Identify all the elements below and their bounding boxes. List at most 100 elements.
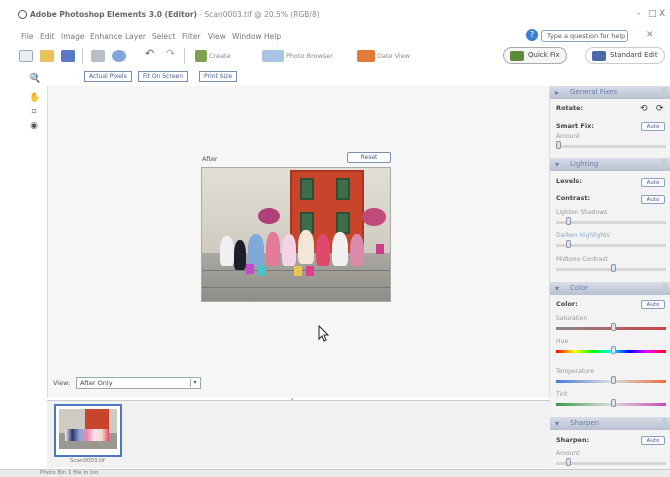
contrast-auto-button[interactable]: Auto bbox=[641, 195, 665, 204]
actual-pixels-button[interactable]: Actual Pixels bbox=[84, 71, 132, 82]
color-title: Color bbox=[570, 284, 589, 292]
bin-thumbnail[interactable] bbox=[54, 404, 122, 457]
rotate-label: Rotate: bbox=[556, 104, 584, 112]
menu-image[interactable]: Image bbox=[61, 32, 85, 41]
photo-browser-button[interactable]: Photo Browser bbox=[286, 52, 333, 60]
window-title: Adobe Photoshop Elements 3.0 (Editor) - … bbox=[30, 10, 320, 19]
maximize-button[interactable]: □ bbox=[648, 9, 657, 19]
collapse-arrow-icon: ▸ bbox=[555, 88, 560, 97]
undo-icon[interactable]: ↶ bbox=[145, 47, 159, 60]
sharpen-amount-slider[interactable] bbox=[556, 458, 666, 466]
menu-help[interactable]: Help bbox=[264, 32, 281, 41]
new-icon[interactable] bbox=[19, 50, 33, 62]
smart-fix-amount-slider[interactable] bbox=[556, 141, 666, 149]
saturation-slider[interactable] bbox=[556, 323, 666, 331]
levels-auto-button[interactable]: Auto bbox=[641, 178, 665, 187]
close-icon[interactable]: ✕ bbox=[646, 30, 654, 40]
close-button[interactable]: X bbox=[659, 9, 665, 19]
view-select[interactable]: After Only ▾ bbox=[76, 377, 201, 389]
color-auto-button[interactable]: Auto bbox=[641, 300, 665, 309]
status-text: Photo Bin 1 file in bin bbox=[40, 470, 99, 476]
print-icon[interactable] bbox=[91, 50, 105, 62]
quick-fix-tab[interactable]: Quick Fix bbox=[503, 47, 567, 64]
general-fixes-title: General Fixes bbox=[570, 88, 618, 96]
photo-browser-icon[interactable] bbox=[262, 50, 284, 62]
photo-image[interactable] bbox=[201, 167, 391, 302]
reset-button[interactable]: Reset bbox=[347, 152, 391, 163]
menu-view[interactable]: View bbox=[208, 32, 226, 41]
menu-layer[interactable]: Layer bbox=[125, 32, 146, 41]
quick-fix-icon bbox=[510, 51, 524, 61]
print-size-button[interactable]: Print Size bbox=[199, 71, 238, 82]
slider-knob[interactable] bbox=[566, 458, 571, 466]
smart-fix-label: Smart Fix: bbox=[556, 122, 594, 130]
rotate-left-icon[interactable]: ⟲ bbox=[640, 104, 650, 114]
sharpen-title: Sharpen bbox=[570, 419, 600, 427]
red-eye-icon[interactable]: ◉ bbox=[29, 121, 39, 131]
menu-edit[interactable]: Edit bbox=[40, 32, 55, 41]
smart-fix-amount-label: Amount bbox=[556, 133, 580, 140]
saturation-label: Saturation bbox=[556, 315, 588, 322]
color-header[interactable]: ▾ Color bbox=[550, 282, 670, 295]
minimize-button[interactable]: - bbox=[637, 9, 640, 19]
general-fixes-header[interactable]: ▸ General Fixes bbox=[550, 86, 670, 99]
hand-icon[interactable]: ✋ bbox=[29, 93, 40, 103]
lighten-shadows-slider[interactable] bbox=[556, 217, 666, 225]
menu-window[interactable]: Window bbox=[232, 32, 262, 41]
smart-fix-auto-button[interactable]: Auto bbox=[641, 122, 665, 131]
create-button[interactable]: Create bbox=[209, 52, 231, 60]
darken-highlights-label: Darken Highlights bbox=[556, 232, 610, 239]
slider-knob[interactable] bbox=[611, 346, 616, 354]
slider-knob[interactable] bbox=[611, 376, 616, 384]
hue-label: Hue bbox=[556, 338, 569, 345]
help-search-input[interactable]: Type a question for help bbox=[541, 30, 628, 42]
zoom-icon[interactable]: 🔍 bbox=[29, 74, 40, 84]
lighting-header[interactable]: ▾ Lighting bbox=[550, 158, 670, 171]
menu-select[interactable]: Select bbox=[152, 32, 175, 41]
menu-file[interactable]: File bbox=[21, 32, 34, 41]
mouse-cursor-icon bbox=[318, 325, 330, 342]
temperature-label: Temperature bbox=[556, 368, 595, 375]
sharpen-header[interactable]: ▾ Sharpen bbox=[550, 417, 670, 430]
email-icon[interactable] bbox=[112, 50, 126, 62]
slider-knob[interactable] bbox=[611, 323, 616, 331]
slider-knob[interactable] bbox=[566, 217, 571, 225]
levels-label: Levels: bbox=[556, 177, 582, 185]
view-select-value: After Only bbox=[80, 379, 113, 387]
view-label: View: bbox=[53, 379, 71, 387]
standard-edit-icon bbox=[592, 51, 606, 61]
status-bar: Photo Bin 1 file in bin bbox=[0, 469, 670, 477]
sharpen-amount-label: Amount bbox=[556, 450, 580, 457]
darken-highlights-slider[interactable] bbox=[556, 240, 666, 248]
rotate-right-icon[interactable]: ⟳ bbox=[656, 104, 666, 114]
create-icon[interactable] bbox=[195, 50, 207, 62]
crop-icon[interactable]: ⌗ bbox=[29, 107, 39, 117]
menu-filter[interactable]: Filter bbox=[182, 32, 201, 41]
fit-on-screen-button[interactable]: Fit On Screen bbox=[138, 71, 189, 82]
sharpen-auto-button[interactable]: Auto bbox=[641, 436, 665, 445]
slider-knob[interactable] bbox=[611, 399, 616, 407]
quick-fix-palette bbox=[550, 86, 670, 469]
chevron-down-icon: ▾ bbox=[190, 379, 199, 387]
lighting-title: Lighting bbox=[570, 160, 599, 168]
midtone-contrast-slider[interactable] bbox=[556, 264, 666, 272]
slider-knob[interactable] bbox=[611, 264, 616, 272]
redo-icon[interactable]: ↷ bbox=[166, 47, 180, 60]
menu-enhance[interactable]: Enhance bbox=[90, 32, 122, 41]
hue-slider[interactable] bbox=[556, 346, 666, 354]
date-view-button[interactable]: Date View bbox=[377, 52, 410, 60]
standard-edit-tab[interactable]: Standard Edit bbox=[585, 47, 665, 64]
temperature-slider[interactable] bbox=[556, 376, 666, 384]
color-label: Color: bbox=[556, 300, 578, 308]
separator bbox=[184, 48, 185, 64]
help-icon[interactable]: ? bbox=[526, 29, 538, 41]
open-icon[interactable] bbox=[40, 50, 54, 62]
save-icon[interactable] bbox=[61, 50, 75, 62]
expand-arrow-icon: ▾ bbox=[555, 284, 560, 293]
bin-thumbnail-caption: Scan0003.tif bbox=[70, 458, 105, 464]
tint-slider[interactable] bbox=[556, 399, 666, 407]
slider-knob[interactable] bbox=[566, 240, 571, 248]
app-logo-icon bbox=[18, 10, 27, 19]
date-view-icon[interactable] bbox=[357, 50, 375, 62]
slider-knob[interactable] bbox=[556, 141, 561, 149]
